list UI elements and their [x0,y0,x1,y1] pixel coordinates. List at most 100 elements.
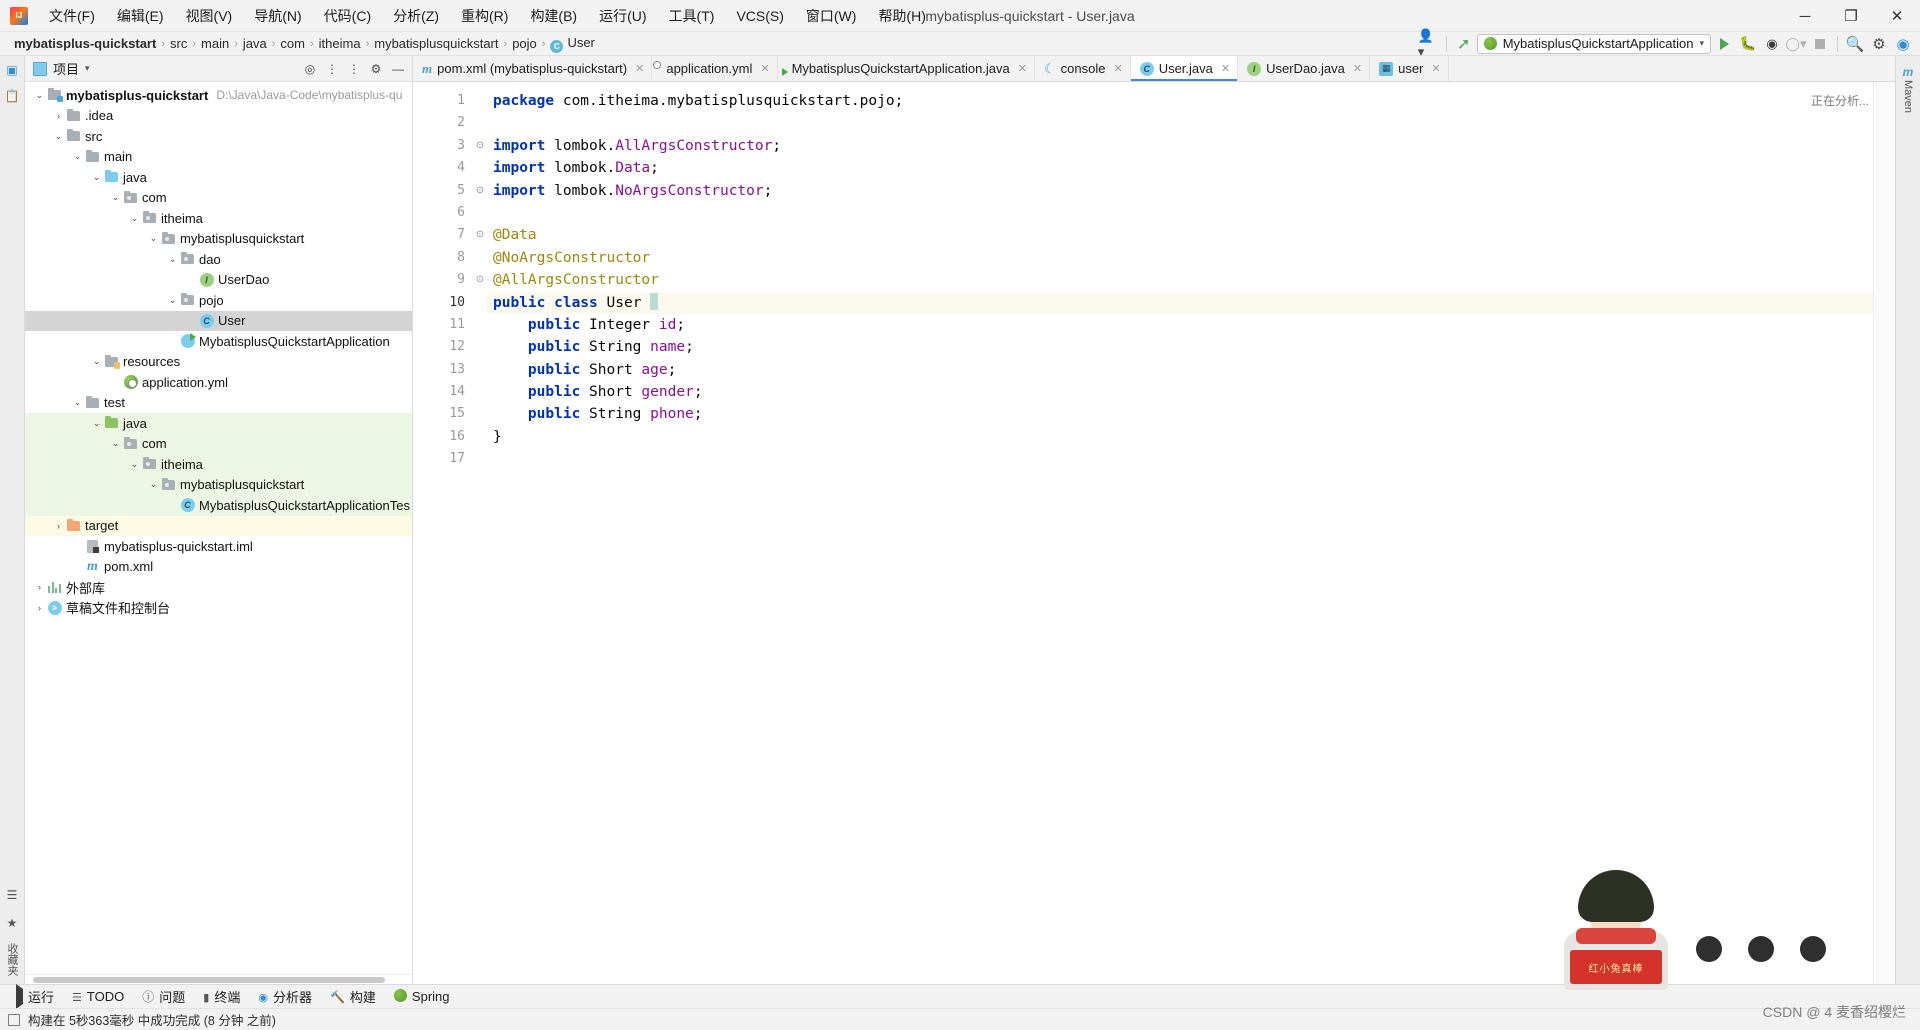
fold-marker[interactable] [473,247,487,269]
tree-node-mybatisplusquickstart[interactable]: ⌄ mybatisplusquickstart [25,229,412,250]
menu-item-run[interactable]: 运行(U) [588,2,657,30]
tree-node-itheima[interactable]: ⌄ itheima [25,454,412,475]
breadcrumb-item-user[interactable]: C User [546,34,598,54]
tree-node-com[interactable]: ⌄ com [25,188,412,209]
editor-markup-scrollbar[interactable] [1873,82,1895,984]
close-tab-icon[interactable]: ✕ [1353,62,1362,75]
tree-node-dao[interactable]: ⌄ dao [25,249,412,270]
breadcrumb-item-itheima[interactable]: itheima [315,35,365,52]
fold-marker[interactable] [473,157,487,179]
close-tab-icon[interactable]: ✕ [1221,62,1230,75]
tree-expand-arrow[interactable]: › [33,603,46,613]
run-icon[interactable] [1713,34,1735,54]
bottom-tab-[interactable]: 运行 [8,984,62,1009]
editor-tab-userdao-java[interactable]: I UserDao.java ✕ [1238,56,1371,81]
menu-item-code[interactable]: 代码(C) [313,2,382,30]
fold-marker[interactable]: ⊙ [473,135,487,157]
breadcrumb-item-main[interactable]: main [197,35,233,52]
fold-marker[interactable] [473,336,487,358]
code-line[interactable] [487,112,1895,134]
fold-marker[interactable] [473,448,487,470]
structure-tool-icon[interactable]: ☰ [4,887,20,903]
breadcrumb-item-project[interactable]: mybatisplus-quickstart [10,35,160,52]
commit-tool-icon[interactable]: 📋 [4,88,20,104]
editor-tab-user-java[interactable]: C User.java ✕ [1130,56,1239,81]
fold-marker[interactable]: ⊙ [473,180,487,202]
maven-rail-label[interactable]: Maven [1902,80,1914,113]
project-tree[interactable]: ⌄ mybatisplus-quickstart D:\Java\Java-Code… [25,82,412,974]
code-line[interactable]: package com.itheima.mybatisplusquickstar… [487,90,1895,112]
fold-marker[interactable] [473,292,487,314]
tree-node-java[interactable]: ⌄ java [25,413,412,434]
expand-all-icon[interactable]: ⋮ [322,59,342,79]
collapse-all-icon[interactable]: ⋮ [344,59,364,79]
minimize-button[interactable]: ─ [1782,0,1828,32]
code-line[interactable]: @NoArgsConstructor [487,247,1895,269]
project-tool-icon[interactable]: ▣ [4,62,20,78]
editor-tab-user[interactable]: ▦ user ✕ [1370,56,1449,81]
bookmarks-rail-label[interactable]: 收藏夹 [4,943,20,976]
breadcrumb-item-java[interactable]: java [239,35,271,52]
fold-marker[interactable] [473,426,487,448]
tree-expand-arrow[interactable]: ⌄ [166,254,179,265]
tree-node-resources[interactable]: ⌄ resources [25,352,412,373]
menu-item-vcs[interactable]: VCS(S) [725,2,794,30]
tree-node-[interactable]: › 草稿文件和控制台 [25,598,412,619]
close-tab-icon[interactable]: ✕ [1431,62,1440,75]
tree-node-mybatisplus-quickstart[interactable]: ⌄ mybatisplus-quickstart D:\Java\Java-Code… [25,85,412,106]
bottom-tab-spring[interactable]: Spring [386,987,458,1007]
menu-item-window[interactable]: 窗口(W) [795,2,868,30]
tree-node-target[interactable]: › target [25,515,412,536]
code-line[interactable]: @Data [487,224,1895,246]
tree-node-mybatisplus-quickstart-iml[interactable]: mybatisplus-quickstart.iml [25,536,412,557]
bottom-tab-[interactable]: ⓘ 问题 [134,985,193,1008]
profiler-icon[interactable]: ◯▾ [1785,34,1807,54]
fold-marker[interactable]: ⊙ [473,269,487,291]
debug-icon[interactable]: 🐛 [1737,34,1759,54]
breadcrumb-item-src[interactable]: src [166,35,191,52]
run-with-coverage-icon[interactable]: ◉ [1761,34,1783,54]
tree-expand-arrow[interactable]: ⌄ [52,131,65,142]
code-line[interactable]: public Integer id; [487,314,1895,336]
breadcrumb-item-com[interactable]: com [276,35,309,52]
fold-marker[interactable] [473,403,487,425]
ide-updates-icon[interactable]: ◉ [1892,34,1914,54]
fold-marker[interactable] [473,359,487,381]
menu-item-tools[interactable]: 工具(T) [658,2,726,30]
bottom-tab-[interactable]: 🔨 构建 [322,985,384,1008]
tree-node-user[interactable]: C User [25,310,412,331]
tree-node-test[interactable]: ⌄ test [25,393,412,414]
tree-node-userdao[interactable]: I UserDao [25,270,412,291]
user-avatar-icon[interactable]: 👤▾ [1418,28,1440,59]
code-content[interactable]: package com.itheima.mybatisplusquickstar… [487,82,1895,984]
hide-panel-icon[interactable]: — [388,59,408,79]
search-everywhere-icon[interactable]: 🔍 [1844,34,1866,54]
tree-node-com[interactable]: ⌄ com [25,433,412,454]
tree-node-[interactable]: › 外部库 [25,577,412,598]
code-editor[interactable]: 1 2 3 4 5 6 7 8 9 10 11 12 13 14 15 16 17 ⊙ ⊙ ⊙ ⊙ package c… [413,82,1895,984]
project-horizontal-scrollbar[interactable] [25,974,412,984]
tree-expand-arrow[interactable]: ⌄ [90,418,103,429]
tree-node-pom-xml[interactable]: m pom.xml [25,557,412,578]
tree-expand-arrow[interactable]: ⌄ [147,479,160,490]
code-line[interactable]: public Short age; [487,359,1895,381]
code-line[interactable] [487,202,1895,224]
tree-expand-arrow[interactable]: ⌄ [128,213,141,224]
breadcrumb-item-mybatisplusquickstart[interactable]: mybatisplusquickstart [370,35,502,52]
code-line[interactable]: import lombok.Data; [487,157,1895,179]
close-tab-icon[interactable]: ✕ [760,62,769,75]
fold-marker[interactable] [473,112,487,134]
menu-item-help[interactable]: 帮助(H) [867,2,936,30]
chevron-down-icon[interactable]: ▾ [85,63,90,74]
menu-item-analyze[interactable]: 分析(Z) [382,2,450,30]
fold-marker[interactable] [473,90,487,112]
editor-tab-console[interactable]: ☾ console ✕ [1035,56,1131,81]
tree-expand-arrow[interactable]: › [33,582,46,592]
tree-node-main[interactable]: ⌄ main [25,147,412,168]
maximize-button[interactable]: ❐ [1828,0,1874,32]
menu-item-build[interactable]: 构建(B) [519,2,588,30]
fold-marker[interactable] [473,381,487,403]
menu-item-edit[interactable]: 编辑(E) [106,2,175,30]
bottom-tab-[interactable]: ▮ 终端 [195,985,248,1008]
tree-node-mybatisplusquickstartapplicationtes[interactable]: C MybatisplusQuickstartApplicationTes [25,495,412,516]
